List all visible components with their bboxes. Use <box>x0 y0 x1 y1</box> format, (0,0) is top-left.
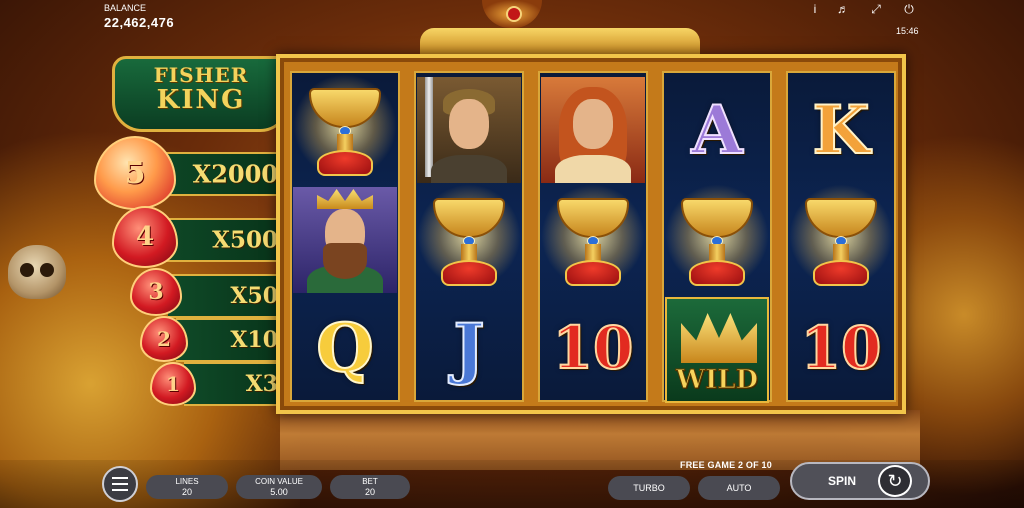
grail-icon <box>417 184 521 290</box>
game-logo: FISHER KING <box>112 56 290 132</box>
free-game-counter: FREE GAME 2 OF 10 <box>680 460 772 470</box>
pay-row-1: X3 <box>184 362 288 406</box>
coin-value: 5.00 <box>270 487 288 497</box>
king-portrait-icon <box>293 187 397 293</box>
balance-label: BALANCE <box>104 3 147 13</box>
lines-label: LINES <box>175 477 199 486</box>
crown-icon <box>681 313 757 363</box>
heart-icon: 5 <box>94 136 176 210</box>
eye-ornament <box>482 0 542 28</box>
heart-icon: 2 <box>140 316 188 362</box>
pay-row-2: X10 <box>176 318 288 362</box>
symbol-knight <box>416 75 522 185</box>
payout-value: X50 <box>230 283 278 309</box>
skull-decoration <box>8 245 66 299</box>
grail-icon <box>293 74 397 180</box>
bet-selector[interactable]: BET 20 <box>330 475 410 499</box>
symbol-wild: WILD <box>664 295 770 405</box>
turbo-button[interactable]: TURBO <box>608 476 690 500</box>
heart-icon: 3 <box>130 268 182 316</box>
spin-label: SPIN <box>828 474 857 488</box>
power-icon[interactable]: ⏻ <box>902 2 916 16</box>
symbol-text: J <box>452 308 485 388</box>
reel-3: 10 <box>538 71 648 402</box>
payout-value: X10 <box>230 327 278 353</box>
symbol-letter: J <box>416 293 522 403</box>
fullscreen-icon[interactable]: ⤢ <box>869 2 883 16</box>
reel-1: Q <box>290 71 400 402</box>
symbol-lady <box>540 75 646 185</box>
grail-icon <box>789 184 893 290</box>
wild-text: WILD <box>675 365 759 396</box>
logo-line-1: FISHER <box>153 63 249 87</box>
coin-value-selector[interactable]: COIN VALUE 5.00 <box>236 475 322 499</box>
clock: 15:46 <box>896 26 919 36</box>
grail-icon <box>541 184 645 290</box>
symbol-king <box>292 185 398 295</box>
reel-5: K 10 <box>786 71 896 402</box>
heart-count: 5 <box>124 155 146 191</box>
symbol-grail <box>416 184 522 295</box>
symbol-letter: 10 <box>788 293 894 403</box>
symbol-text: 10 <box>552 313 635 383</box>
symbol-grail <box>788 184 894 295</box>
knight-portrait-icon <box>417 77 521 183</box>
symbol-letter: 10 <box>540 293 646 403</box>
spin-button[interactable]: SPIN ↻ <box>790 462 930 500</box>
bet-label: BET <box>362 477 378 486</box>
sound-icon[interactable]: ♬ <box>836 2 850 16</box>
symbol-letter: Q <box>292 293 398 403</box>
heart-icon: 4 <box>112 206 178 268</box>
logo-line-2: KING <box>156 85 246 115</box>
symbol-grail <box>664 184 770 295</box>
symbol-letter: K <box>788 75 894 185</box>
symbol-text: Q <box>315 308 374 388</box>
reel-crest-ornament <box>420 28 700 56</box>
payout-value: X500 <box>212 226 278 254</box>
heart-count: 3 <box>148 279 164 305</box>
auto-button[interactable]: AUTO <box>698 476 780 500</box>
symbol-grail <box>292 74 398 185</box>
heart-count: 1 <box>166 372 180 396</box>
hamburger-icon <box>112 477 128 479</box>
lady-portrait-icon <box>541 77 645 183</box>
balance-value: 22,462,476 <box>104 15 175 30</box>
menu-button[interactable] <box>102 466 138 502</box>
lines-value: 20 <box>181 487 192 497</box>
paytable: X2000 5 X500 4 X50 3 X10 2 X3 1 <box>92 136 288 408</box>
heart-count: 2 <box>157 327 171 351</box>
symbol-text: A <box>690 90 743 170</box>
grail-icon <box>665 184 769 290</box>
symbol-text: K <box>811 90 870 170</box>
payout-value: X2000 <box>192 159 278 189</box>
symbol-grail <box>540 184 646 295</box>
symbol-text: 10 <box>800 313 883 383</box>
reel-2: J <box>414 71 524 402</box>
heart-count: 4 <box>135 222 155 252</box>
reel-frame: Q J 10 A WILD K 10 <box>276 54 906 414</box>
heart-icon: 1 <box>150 362 196 406</box>
coin-value-label: COIN VALUE <box>255 477 303 486</box>
info-icon[interactable]: i <box>808 2 822 16</box>
lines-selector[interactable]: LINES 20 <box>146 475 228 499</box>
wild-symbol: WILD <box>665 297 769 403</box>
bet-value: 20 <box>364 487 375 497</box>
reel-4: A WILD <box>662 71 772 405</box>
payout-value: X3 <box>245 371 278 397</box>
pay-row-3: X50 <box>168 274 288 318</box>
symbol-letter: A <box>664 75 770 185</box>
spin-arrows-icon: ↻ <box>878 465 912 497</box>
